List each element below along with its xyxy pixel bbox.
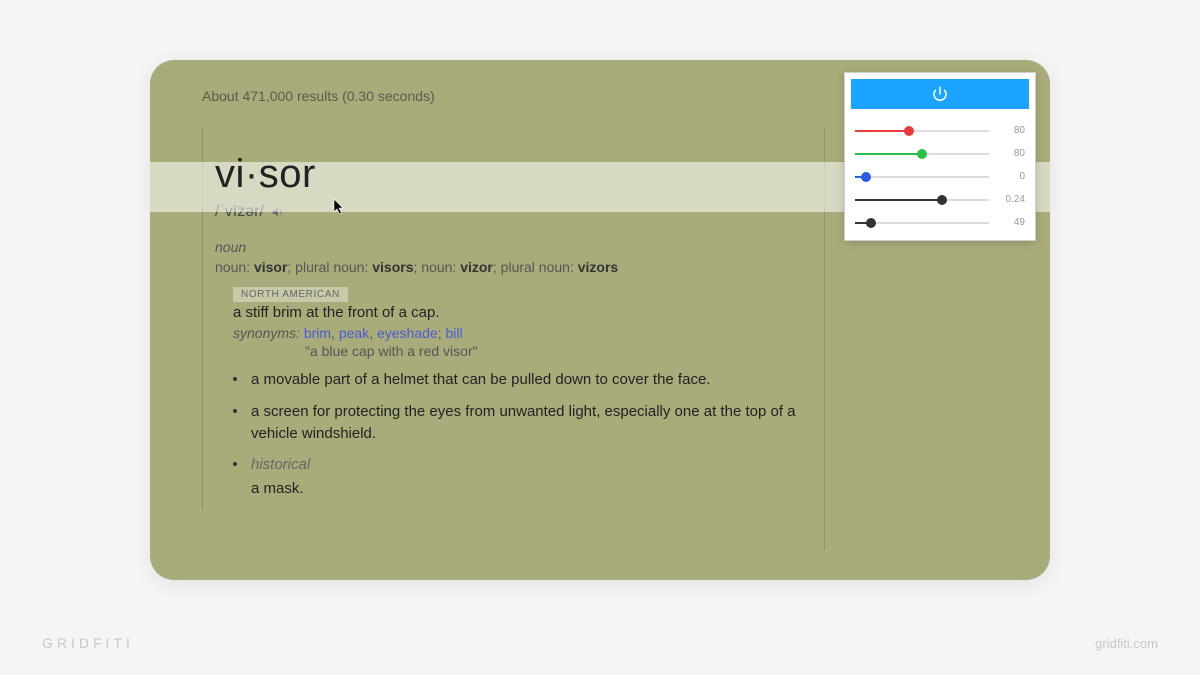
usage-label: historical [251,454,820,476]
headword: vi·sor [215,152,820,197]
definition-primary: a stiff brim at the front of a cap. [233,304,820,321]
slider-value: 0 [997,171,1025,182]
usage-example: "a blue cap with a red visor" [305,343,820,359]
forms-value: vizor [460,259,493,275]
region-tag: NORTH AMERICAN [233,287,348,302]
synonym-link[interactable]: peak [339,325,369,341]
synonym-link[interactable]: brim [304,325,331,341]
slider-other[interactable]: 49 [851,211,1029,234]
forms-label: noun: [215,259,254,275]
part-of-speech: noun [215,239,820,255]
list-item: a screen for protecting the eyes from un… [233,401,820,445]
slider-value: 0.24 [997,194,1025,205]
synonyms-row: synonyms: brim, peak, eyeshade; bill [233,325,820,341]
list-item: a movable part of a helmet that can be p… [233,369,820,391]
definition-text: a mask. [251,480,304,497]
forms-value: visor [254,259,287,275]
extension-panel: 80 80 0 0.24 [844,72,1036,241]
slider-value: 80 [997,125,1025,136]
synonym-separator: , [331,325,339,341]
forms-label: ; noun: [414,259,461,275]
definition-block: a stiff brim at the front of a cap. syno… [233,304,820,359]
power-icon [931,85,949,103]
footer-brand: GRIDFITI [42,635,134,651]
synonym-link[interactable]: eyeshade [377,325,438,341]
definition-text: a screen for protecting the eyes from un… [251,403,796,442]
results-count: About 471,000 results (0.30 seconds) [202,88,435,104]
footer-url: gridfiti.com [1095,636,1158,651]
definition-content: vi·sor /ˈvīzər/ noun noun: visor; plural… [202,128,820,510]
forms-value: visors [372,259,413,275]
slider-value: 49 [997,217,1025,228]
synonym-link[interactable]: bill [445,325,462,341]
synonym-separator: , [369,325,377,341]
slider-green[interactable]: 80 [851,142,1029,165]
slider-red[interactable]: 80 [851,119,1029,142]
slider-blue[interactable]: 0 [851,165,1029,188]
slider-alpha[interactable]: 0.24 [851,188,1029,211]
word-forms: noun: visor; plural noun: visors; noun: … [215,259,820,275]
synonyms-label: synonyms: [233,325,300,341]
forms-label: ; plural noun: [493,259,578,275]
forms-label: ; plural noun: [287,259,372,275]
forms-value: vizors [578,259,618,275]
list-item: historical a mask. [233,454,820,500]
screenshot-card: About 471,000 results (0.30 seconds) vi·… [150,60,1050,580]
sub-definitions: a movable part of a helmet that can be p… [233,369,820,500]
slider-value: 80 [997,148,1025,159]
power-button[interactable] [851,79,1029,109]
definition-text: a movable part of a helmet that can be p… [251,371,710,388]
